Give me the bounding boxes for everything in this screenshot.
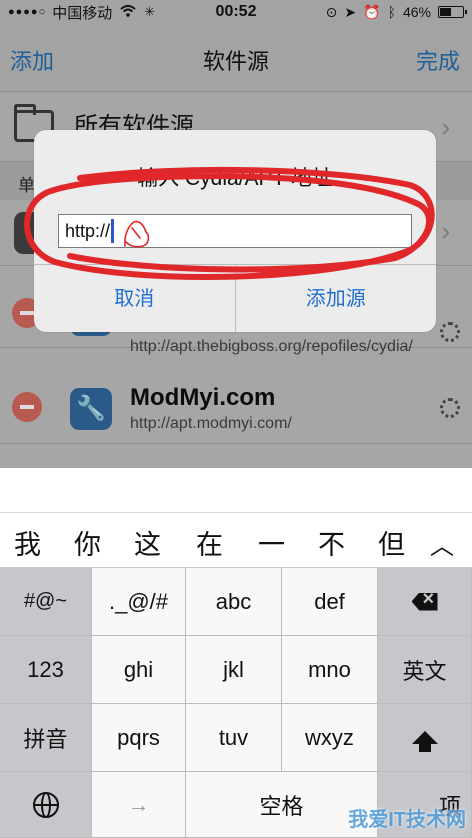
- signal-strength-icon: ●●●●○: [8, 6, 47, 18]
- chevron-right-icon: ›: [441, 112, 450, 142]
- bluetooth-icon: ᛒ: [387, 4, 396, 20]
- rotation-lock-icon: ⊙: [325, 3, 338, 20]
- candidate-bar: 我 你 这 在 一 不 但 ︿: [0, 512, 472, 568]
- list-item[interactable]: [0, 444, 472, 468]
- battery-percent: 46%: [402, 4, 431, 20]
- key-arrow[interactable]: →: [92, 772, 186, 838]
- shift-arrow-icon: [411, 731, 438, 752]
- expand-candidates-icon[interactable]: ︿: [430, 526, 454, 561]
- key-wxyz[interactable]: wxyz: [282, 704, 378, 772]
- key-pinyin[interactable]: 拼音: [0, 704, 92, 772]
- candidate[interactable]: 这: [134, 523, 161, 562]
- alert-buttons: 取消 添加源: [34, 264, 436, 332]
- key-tuv[interactable]: tuv: [186, 704, 282, 772]
- candidate[interactable]: 不: [318, 523, 345, 562]
- alert-title: 输入 Cydia/APT 地址: [137, 167, 333, 190]
- keyboard: #@~ ._@/# abc def 123 ghi jkl mno 英文 拼音 …: [0, 568, 472, 838]
- chevron-right-icon: ›: [441, 216, 450, 246]
- backspace-button[interactable]: [378, 568, 472, 636]
- key-symbols[interactable]: #@~: [0, 568, 92, 636]
- status-bar: ●●●●○ 中国移动 ✳ 00:52 ⊙ ➤ ⏰ ᛒ 46%: [0, 0, 472, 24]
- loading-spinner-icon: [440, 398, 460, 418]
- source-name: ModMyi.com: [130, 384, 276, 411]
- wifi-icon: [120, 4, 136, 21]
- key-abc[interactable]: abc: [186, 568, 282, 636]
- page-title: 软件源: [202, 49, 269, 74]
- key-ghi[interactable]: ghi: [92, 636, 186, 704]
- source-url-input[interactable]: http://: [58, 214, 412, 248]
- candidate[interactable]: 我: [14, 523, 41, 562]
- add-source-button[interactable]: 添加源: [236, 265, 437, 332]
- source-url: http://apt.modmyi.com/: [130, 415, 292, 432]
- done-button[interactable]: 完成: [416, 44, 460, 76]
- location-icon: ➤: [344, 3, 357, 20]
- watermark: 我爱IT技术网: [348, 809, 466, 831]
- keyboard-gap: [0, 468, 472, 512]
- activity-spinner-icon: ✳: [144, 4, 156, 19]
- carrier-label: 中国移动: [52, 4, 113, 22]
- source-url: http://apt.thebigboss.org/repofiles/cydi…: [130, 338, 413, 355]
- candidate[interactable]: 在: [196, 523, 223, 562]
- candidate[interactable]: 一: [258, 523, 285, 562]
- key-english[interactable]: 英文: [378, 636, 472, 704]
- text-cursor: [111, 219, 115, 243]
- key-mno[interactable]: mno: [282, 636, 378, 704]
- source-url-input-value: http://: [65, 220, 111, 241]
- key-def[interactable]: def: [282, 568, 378, 636]
- key-numbers[interactable]: 123: [0, 636, 92, 704]
- battery-icon: [438, 6, 467, 18]
- globe-icon: [32, 791, 59, 818]
- candidate[interactable]: 你: [74, 523, 101, 562]
- key-punctuation[interactable]: ._@/#: [92, 568, 186, 636]
- key-pqrs[interactable]: pqrs: [92, 704, 186, 772]
- status-right: ⊙ ➤ ⏰ ᛒ 46%: [325, 3, 467, 21]
- modmyi-icon: 🔧: [70, 388, 112, 430]
- section-header-label: 单: [18, 176, 35, 195]
- cancel-button[interactable]: 取消: [34, 265, 236, 332]
- globe-button[interactable]: [0, 772, 92, 838]
- delete-icon[interactable]: [12, 392, 42, 422]
- key-jkl[interactable]: jkl: [186, 636, 282, 704]
- list-item[interactable]: 🔧 ModMyi.com http://apt.modmyi.com/: [0, 368, 472, 444]
- shift-button[interactable]: [378, 704, 472, 772]
- clock: 00:52: [215, 3, 257, 20]
- loading-spinner-icon: [440, 322, 460, 342]
- navigation-bar: 添加 软件源 完成: [0, 24, 472, 92]
- candidate[interactable]: 但: [378, 523, 405, 562]
- add-source-alert: 输入 Cydia/APT 地址 http:// 取消 添加源: [34, 130, 436, 332]
- alarm-icon: ⏰: [363, 3, 381, 20]
- backspace-icon: [411, 592, 438, 611]
